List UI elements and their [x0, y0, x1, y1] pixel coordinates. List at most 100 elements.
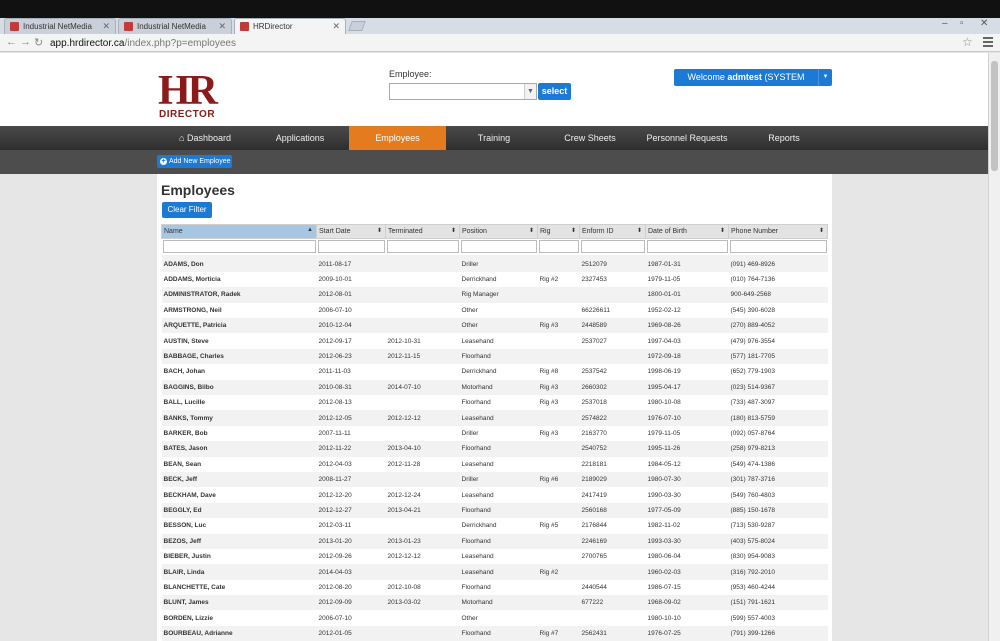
cell-name[interactable]: BLAIR, Linda	[161, 564, 317, 580]
cell-name[interactable]: ADDAMS, Morticia	[161, 271, 317, 288]
nav-employees[interactable]: Employees	[349, 126, 446, 150]
employee-select[interactable]: ▼	[389, 83, 537, 100]
table-row[interactable]: ARQUETTE, Patricia 2010-12-04 Other Rig #3 2…	[161, 318, 828, 334]
cell-name[interactable]: BLUNT, James	[161, 595, 317, 611]
close-tab-icon[interactable]: ✕	[218, 21, 226, 32]
table-row[interactable]: BESSON, Luc 2012-03-11 Derrickhand Rig #5 21…	[161, 518, 828, 534]
filter-phone-input[interactable]	[729, 240, 827, 254]
cell-name[interactable]: BAGGINS, Bilbo	[161, 379, 317, 396]
new-tab-button[interactable]	[348, 21, 366, 31]
cell-name[interactable]: BIEBER, Justin	[161, 548, 317, 565]
table-row[interactable]: BORDEN, Lizzie 2006-07-10 Other 1980-10-10(…	[161, 610, 828, 626]
hrdirector-logo[interactable]: HR DIRECTOR	[158, 70, 222, 121]
browser-tab-3[interactable]: HRDirector ✕	[234, 18, 346, 34]
nav-reports[interactable]: Reports	[736, 126, 832, 150]
table-row[interactable]: BLUNT, James 2012-09-09 2013-03-02 Motorhan…	[161, 595, 828, 611]
close-tab-icon[interactable]: ✕	[102, 21, 110, 32]
cell-name[interactable]: ADAMS, Don	[161, 256, 317, 272]
add-new-employee-button[interactable]: + Add New Employee	[157, 155, 232, 168]
filter-terminated-input[interactable]	[386, 240, 459, 254]
nav-dashboard[interactable]: ⌂ Dashboard	[160, 126, 250, 150]
cell-name[interactable]: BACH, Johan	[161, 364, 317, 380]
cell-name[interactable]: BECK, Jeff	[161, 471, 317, 488]
table-row[interactable]: BAGGINS, Bilbo 2010-08-31 2014-07-10 Motorh…	[161, 379, 828, 396]
table-row[interactable]: BACH, Johan 2011-11-03 Derrickhand Rig #8 25…	[161, 364, 828, 380]
table-row[interactable]: ADDAMS, Morticia 2009-10-01 Derrickhand Rig…	[161, 271, 828, 288]
column-header-phone-number[interactable]: Phone Number ⬍	[728, 224, 828, 239]
table-row[interactable]: BANKS, Tommy 2012-12-05 2012-12-12 Leasehan…	[161, 410, 828, 426]
cell-name[interactable]: AUSTIN, Steve	[161, 333, 317, 349]
minimize-icon[interactable]: –	[942, 18, 948, 29]
table-row[interactable]: BEZOS, Jeff 2013-01-20 2013-01-23 Floorhand…	[161, 533, 828, 549]
column-header-rig[interactable]: Rig ⬍	[537, 224, 580, 239]
nav-crew-sheets[interactable]: Crew Sheets	[542, 126, 638, 150]
column-header-enform-id[interactable]: Enform ID ⬍	[579, 224, 646, 239]
scrollbar-thumb[interactable]	[991, 61, 998, 171]
column-header-name[interactable]: Name ▲	[161, 224, 317, 239]
column-header-position[interactable]: Position ⬍	[459, 224, 538, 239]
cell-name[interactable]: BALL, Lucille	[161, 395, 317, 411]
maximize-icon[interactable]: ▫	[960, 18, 964, 29]
nav-personnel-requests[interactable]: Personnel Requests	[638, 126, 736, 150]
cell-date-of-birth: 1980-10-08	[645, 395, 729, 411]
browser-tab-1[interactable]: Industrial NetMedia ✕	[4, 18, 116, 34]
filter-position-input[interactable]	[460, 240, 537, 254]
cell-name[interactable]: BATES, Jason	[161, 441, 317, 457]
column-header-terminated[interactable]: Terminated ⬍	[385, 224, 460, 239]
close-window-icon[interactable]: ✕	[980, 18, 988, 29]
table-row[interactable]: BLANCHETTE, Cate 2012-08-20 2012-10-08 Floo…	[161, 579, 828, 596]
table-row[interactable]: ARMSTRONG, Neil 2006-07-10 Other 66226611 19…	[161, 302, 828, 319]
table-row[interactable]: BATES, Jason 2012-11-22 2013-04-10 Floorhan…	[161, 441, 828, 457]
table-row[interactable]: BIEBER, Justin 2012-09-26 2012-12-12 Leaseh…	[161, 548, 828, 565]
filter-name-input[interactable]	[162, 240, 316, 254]
cell-name[interactable]: BEZOS, Jeff	[161, 533, 317, 549]
column-header-start-date[interactable]: Start Date ⬍	[316, 224, 386, 239]
table-row[interactable]: BEGGLY, Ed 2012-12-27 2013-04-21 Floorhand 2…	[161, 502, 828, 519]
cell-name[interactable]: BESSON, Luc	[161, 518, 317, 534]
browser-menu-icon[interactable]	[983, 37, 993, 47]
browser-tab-2[interactable]: Industrial NetMedia ✕	[118, 18, 232, 34]
column-header-date-of-birth[interactable]: Date of Birth ⬍	[645, 224, 729, 239]
filter-enform-id-input[interactable]	[580, 240, 645, 254]
nav-training[interactable]: Training	[446, 126, 542, 150]
cell-enform-id: 2176844	[579, 518, 646, 534]
table-row[interactable]: AUSTIN, Steve 2012-09-17 2012-10-31 Leaseha…	[161, 333, 828, 349]
cell-name[interactable]: ADMINISTRATOR, Radek	[161, 287, 317, 303]
table-row[interactable]: BOURBEAU, Adrianne 2012-01-05 Floorhand Rig…	[161, 625, 828, 641]
welcome-user-button[interactable]: Welcome admtest (SYSTEM ADMIN) ▼	[674, 69, 832, 99]
table-row[interactable]: BEAN, Sean 2012-04-03 2012-11-28 Leasehand 2…	[161, 456, 828, 472]
select-button[interactable]: select	[538, 83, 571, 100]
forward-icon[interactable]: →	[20, 36, 31, 48]
clear-filter-button[interactable]: Clear Filter	[162, 202, 212, 218]
cell-name[interactable]: BANKS, Tommy	[161, 410, 317, 426]
cell-name[interactable]: BABBAGE, Charles	[161, 348, 317, 365]
cell-name[interactable]: BECKHAM, Dave	[161, 487, 317, 503]
close-tab-icon[interactable]: ✕	[332, 21, 340, 32]
filter-dob-input[interactable]	[646, 240, 728, 254]
table-row[interactable]: BALL, Lucille 2012-08-13 Floorhand Rig #3 25…	[161, 395, 828, 411]
caret-down-icon[interactable]: ▼	[818, 69, 832, 86]
cell-name[interactable]: BARKER, Bob	[161, 425, 317, 442]
url-field[interactable]: app.hrdirector.ca/index.php?p=employees	[50, 38, 236, 49]
page-scrollbar[interactable]	[988, 53, 1000, 641]
filter-start-date-input[interactable]	[317, 240, 385, 254]
table-row[interactable]: BECKHAM, Dave 2012-12-20 2012-12-24 Leaseha…	[161, 487, 828, 503]
cell-name[interactable]: ARMSTRONG, Neil	[161, 302, 317, 319]
table-row[interactable]: BARKER, Bob 2007-11-11 Driller Rig #3 216377…	[161, 425, 828, 442]
cell-name[interactable]: ARQUETTE, Patricia	[161, 318, 317, 334]
table-row[interactable]: BLAIR, Linda 2014-04-03 Leasehand Rig #2 196…	[161, 564, 828, 580]
bookmark-star-icon[interactable]: ☆	[962, 35, 973, 49]
filter-rig-input[interactable]	[538, 240, 579, 254]
cell-name[interactable]: BLANCHETTE, Cate	[161, 579, 317, 596]
cell-name[interactable]: BORDEN, Lizzie	[161, 610, 317, 626]
reload-icon[interactable]: ↻	[34, 36, 43, 49]
table-row[interactable]: ADAMS, Don 2011-08-17 Driller 2512079 1987-0…	[161, 256, 828, 272]
cell-name[interactable]: BOURBEAU, Adrianne	[161, 625, 317, 641]
nav-applications[interactable]: Applications	[254, 126, 346, 150]
cell-name[interactable]: BEGGLY, Ed	[161, 502, 317, 519]
back-icon[interactable]: ←	[6, 36, 17, 48]
cell-name[interactable]: BEAN, Sean	[161, 456, 317, 472]
table-row[interactable]: BECK, Jeff 2008-11-27 Driller Rig #6 2189029…	[161, 471, 828, 488]
table-row[interactable]: ADMINISTRATOR, Radek 2012-08-01 Rig Manage…	[161, 287, 828, 303]
table-row[interactable]: BABBAGE, Charles 2012-06-23 2012-11-15 Floo…	[161, 348, 828, 365]
